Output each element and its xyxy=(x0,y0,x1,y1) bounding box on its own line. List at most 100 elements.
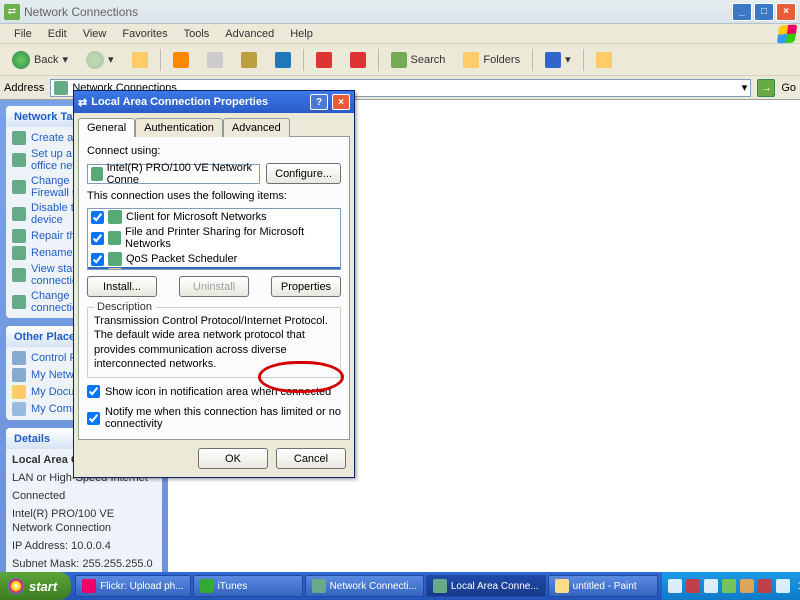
taskbar-button[interactable]: untitled - Paint xyxy=(548,575,658,597)
tray-icon[interactable] xyxy=(776,579,790,593)
dialog-close-button[interactable]: × xyxy=(332,94,350,110)
tab-authentication[interactable]: Authentication xyxy=(135,118,223,137)
titlebar: ⇄ Network Connections _ □ × xyxy=(0,0,800,24)
copy-button[interactable] xyxy=(201,50,229,70)
help-button[interactable]: ? xyxy=(310,94,328,110)
forward-button[interactable]: ▾ xyxy=(80,49,120,71)
separator xyxy=(303,49,304,71)
notify-limited-checkbox[interactable] xyxy=(87,412,100,425)
protocol-icon xyxy=(108,268,122,270)
taskbar-button[interactable]: iTunes xyxy=(193,575,303,597)
separator xyxy=(583,49,584,71)
ok-button[interactable]: OK xyxy=(198,448,268,469)
client-icon xyxy=(108,210,122,224)
details-mask: Subnet Mask: 255.255.255.0 xyxy=(12,557,156,572)
adapter-icon xyxy=(91,167,103,181)
folders-button[interactable]: Folders xyxy=(457,50,526,70)
menubar: File Edit View Favorites Tools Advanced … xyxy=(0,24,800,44)
close-button-toolbar[interactable] xyxy=(344,50,372,70)
cut-button[interactable] xyxy=(167,50,195,70)
paste-button[interactable] xyxy=(235,50,263,70)
copy-icon xyxy=(207,52,223,68)
tray-icon[interactable] xyxy=(722,579,736,593)
taskbar-button[interactable]: Flickr: Upload ph... xyxy=(75,575,190,597)
system-tray: 19:39 xyxy=(662,572,800,600)
folders-icon xyxy=(463,52,479,68)
network-icon xyxy=(54,81,68,95)
back-icon xyxy=(12,51,30,69)
window-buttons: _ □ × xyxy=(732,3,796,21)
taskbar-button[interactable]: Network Connecti... xyxy=(305,575,424,597)
details-device: Intel(R) PRO/100 VE Network Connection xyxy=(12,507,156,537)
menu-advanced[interactable]: Advanced xyxy=(217,26,282,42)
up-button[interactable] xyxy=(126,50,154,70)
dialog-body: Connect using: Intel(R) PRO/100 VE Netwo… xyxy=(78,136,350,440)
taskbar-button-active[interactable]: Local Area Conne... xyxy=(426,575,546,597)
adapter-box: Intel(R) PRO/100 VE Network Conne xyxy=(87,164,260,184)
search-button[interactable]: Search xyxy=(385,50,452,70)
window-title: Network Connections xyxy=(24,5,728,19)
delete-button[interactable] xyxy=(310,50,338,70)
menu-favorites[interactable]: Favorites xyxy=(114,26,175,42)
menu-help[interactable]: Help xyxy=(282,26,321,42)
uninstall-button: Uninstall xyxy=(179,276,249,297)
cancel-button[interactable]: Cancel xyxy=(276,448,346,469)
address-label: Address xyxy=(4,82,44,94)
go-button[interactable]: → xyxy=(757,79,775,97)
tab-advanced[interactable]: Advanced xyxy=(223,118,290,137)
undo-icon xyxy=(275,52,291,68)
network-icon: ⇄ xyxy=(78,96,87,109)
close-button[interactable]: × xyxy=(776,3,796,21)
tray-icon[interactable] xyxy=(686,579,700,593)
menu-view[interactable]: View xyxy=(75,26,115,42)
menu-edit[interactable]: Edit xyxy=(40,26,75,42)
search-icon xyxy=(391,52,407,68)
taskbar: start Flickr: Upload ph... iTunes Networ… xyxy=(0,572,800,600)
dialog-titlebar: ⇄ Local Area Connection Properties ? × xyxy=(74,91,354,113)
menu-tools[interactable]: Tools xyxy=(176,26,218,42)
configure-button[interactable]: Configure... xyxy=(266,163,341,184)
description-text: Transmission Control Protocol/Internet P… xyxy=(94,314,334,371)
component-checkbox[interactable] xyxy=(91,211,104,224)
component-checkbox[interactable] xyxy=(91,269,104,271)
component-checkbox[interactable] xyxy=(91,253,104,266)
list-item-selected: Internet Protocol (TCP/IP) xyxy=(88,267,340,270)
separator xyxy=(160,49,161,71)
back-button[interactable]: Back ▾ xyxy=(6,49,74,71)
folder-options-button[interactable] xyxy=(590,50,618,70)
list-item: File and Printer Sharing for Microsoft N… xyxy=(88,225,340,251)
windows-logo-icon xyxy=(778,25,796,43)
tray-icon[interactable] xyxy=(758,579,772,593)
component-checkbox[interactable] xyxy=(91,232,104,245)
uses-items-label: This connection uses the following items… xyxy=(87,190,341,202)
tray-icon[interactable] xyxy=(704,579,718,593)
properties-button[interactable]: Properties xyxy=(271,276,341,297)
install-button[interactable]: Install... xyxy=(87,276,157,297)
description-group: Description Transmission Control Protoco… xyxy=(87,307,341,378)
dialog-footer: OK Cancel xyxy=(74,444,354,477)
windows-orb-icon xyxy=(8,578,24,594)
clipboard-icon xyxy=(241,52,257,68)
undo-button[interactable] xyxy=(269,50,297,70)
tab-general[interactable]: General xyxy=(78,118,135,137)
folder-options-icon xyxy=(596,52,612,68)
views-button[interactable]: ▾ xyxy=(539,50,577,70)
forward-icon xyxy=(86,51,104,69)
tray-icon[interactable] xyxy=(668,579,682,593)
menu-file[interactable]: File xyxy=(6,26,40,42)
components-listbox[interactable]: Client for Microsoft Networks File and P… xyxy=(87,208,341,270)
connect-using-label: Connect using: xyxy=(87,145,341,157)
service-icon xyxy=(108,252,122,266)
folder-up-icon xyxy=(132,52,148,68)
taskbar-buttons: Flickr: Upload ph... iTunes Network Conn… xyxy=(71,574,661,598)
start-button[interactable]: start xyxy=(0,572,71,600)
go-label: Go xyxy=(781,82,796,94)
show-tray-icon-checkbox[interactable] xyxy=(87,385,100,398)
app-icon: ⇄ xyxy=(4,4,20,20)
dialog-tabs: General Authentication Advanced xyxy=(74,113,354,136)
list-item: QoS Packet Scheduler xyxy=(88,251,340,267)
maximize-button[interactable]: □ xyxy=(754,3,774,21)
minimize-button[interactable]: _ xyxy=(732,3,752,21)
details-ip: IP Address: 10.0.0.4 xyxy=(12,539,156,554)
tray-icon[interactable] xyxy=(740,579,754,593)
